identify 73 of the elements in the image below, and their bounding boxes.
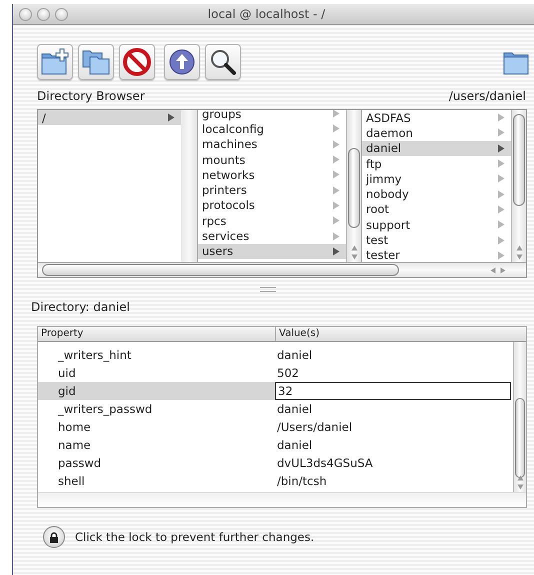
scrollbar[interactable]	[346, 110, 361, 262]
scrollbar[interactable]	[513, 342, 526, 492]
value-cell-text: daniel	[276, 348, 314, 362]
browser-item[interactable]: services	[198, 228, 346, 244]
browser-item[interactable]: test	[362, 232, 511, 248]
browser-item[interactable]: groups	[198, 110, 346, 122]
property-cell[interactable]: home	[38, 420, 275, 434]
property-cell[interactable]: _writers_passwd	[38, 402, 275, 416]
browser-item[interactable]: root	[362, 202, 511, 218]
path-label: /users/daniel	[448, 89, 526, 105]
browser-item[interactable]: jimmy	[362, 171, 511, 186]
scroll-up-icon[interactable]	[516, 245, 522, 251]
scrollbar[interactable]	[511, 110, 526, 262]
browser-item[interactable]: rpcs	[198, 213, 346, 228]
search-button[interactable]	[205, 44, 241, 80]
scroll-right-icon[interactable]	[500, 266, 506, 274]
section-label: Directory Browser	[37, 89, 145, 105]
browser-item[interactable]: tester	[362, 248, 511, 262]
browser-item[interactable]: ASDFAS	[362, 110, 511, 126]
property-cell[interactable]: passwd	[38, 456, 275, 470]
arrow-icon	[167, 113, 175, 122]
delete-button[interactable]	[119, 44, 155, 80]
browser-item[interactable]: machines	[198, 136, 346, 152]
scrollbar[interactable]	[38, 263, 526, 277]
scroll-down-icon[interactable]	[350, 254, 358, 260]
scroll-down-icon[interactable]	[516, 254, 522, 260]
browser-item[interactable]: daniel	[362, 140, 511, 156]
browser-item[interactable]: /	[38, 110, 181, 126]
value-cell-text: daniel	[276, 438, 314, 452]
globe-icon	[168, 48, 196, 76]
value-cell-text: 502	[276, 366, 300, 380]
scroll-left-icon[interactable]	[490, 266, 496, 274]
browser-item[interactable]: localconfig	[198, 121, 346, 137]
scroll-up-icon[interactable]	[350, 245, 358, 251]
column-header[interactable]: Value(s)	[275, 327, 526, 341]
scroll-down-icon[interactable]	[516, 484, 524, 490]
folders-icon	[81, 48, 111, 76]
column-header[interactable]: Property	[38, 327, 275, 341]
value-cell-text: /bin/tcsh	[276, 474, 328, 488]
globe-button[interactable]	[164, 44, 200, 80]
split-handle[interactable]	[260, 286, 276, 292]
value-cell-text: daniel	[276, 402, 314, 416]
value-cell-text: /Users/daniel	[276, 420, 354, 434]
browser-item[interactable]: protocols	[198, 198, 346, 214]
browser-item[interactable]: nobody	[362, 186, 511, 202]
minimize-button[interactable]	[37, 8, 50, 20]
browser-item[interactable]: daemon	[362, 125, 511, 141]
section-title: Directory: daniel	[31, 300, 130, 314]
browser-item[interactable]: ftp	[362, 156, 511, 172]
lock-button[interactable]	[43, 526, 65, 548]
property-cell[interactable]: uid	[38, 366, 275, 380]
browser-item[interactable]: support	[362, 217, 511, 232]
lock-icon	[49, 532, 59, 542]
search-icon	[209, 48, 237, 76]
browser-item[interactable]: networks	[198, 167, 346, 182]
duplicate-button[interactable]	[78, 44, 114, 80]
property-cell[interactable]: name	[38, 438, 275, 452]
new-folder-button[interactable]	[37, 44, 73, 80]
browser-item[interactable]: printers	[198, 182, 346, 198]
value-cell-text: dvUL3ds4GSuSA	[276, 456, 374, 470]
scroll-up-icon[interactable]	[516, 475, 524, 481]
close-button[interactable]	[19, 8, 32, 20]
property-cell[interactable]: _writers_hint	[38, 348, 275, 362]
zoom-button[interactable]	[55, 8, 68, 20]
lock-message: Click the lock to prevent further changes.	[75, 530, 314, 544]
no-entry-icon	[123, 48, 151, 76]
browser-item[interactable]: mounts	[198, 152, 346, 168]
property-cell[interactable]: gid	[38, 384, 275, 398]
new-folder-icon	[40, 48, 70, 76]
property-cell[interactable]: shell	[38, 474, 275, 488]
browser-item[interactable]: users	[198, 244, 346, 259]
value-input-field[interactable]: 32	[275, 382, 511, 400]
window-title: local @ localhost - /	[208, 7, 326, 21]
